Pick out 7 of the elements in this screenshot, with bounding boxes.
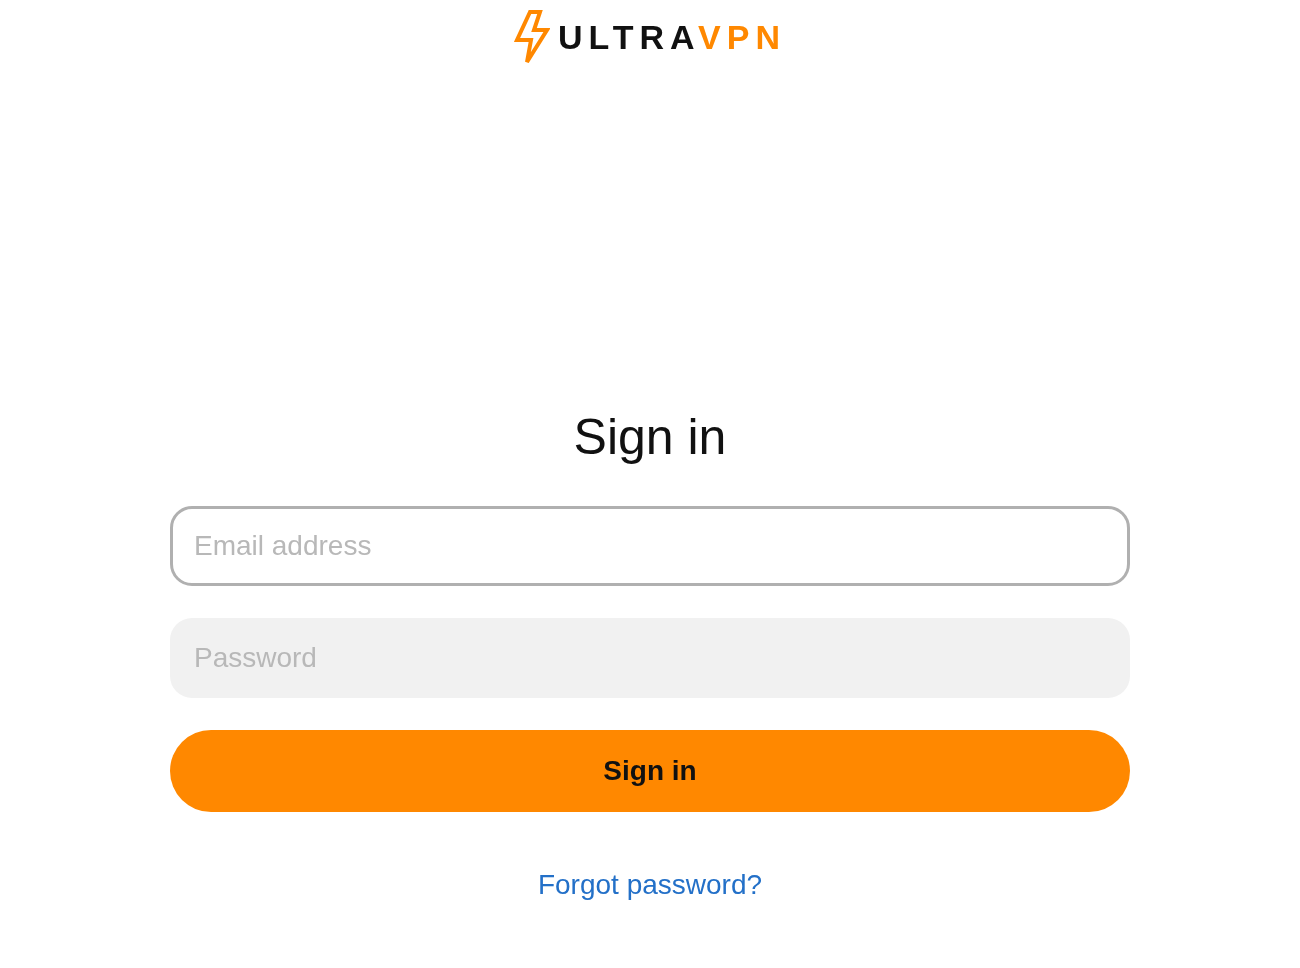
page-title: Sign in — [573, 412, 727, 462]
logo-text: ULTRAVPN — [557, 20, 787, 54]
lightning-bolt-icon — [513, 10, 550, 64]
forgot-password-link[interactable]: Forgot password? — [537, 864, 763, 906]
input-field[interactable]: Password — [170, 618, 1130, 698]
sign-in-button[interactable]: Sign in — [170, 730, 1130, 812]
input-field[interactable]: Email address — [170, 506, 1130, 586]
